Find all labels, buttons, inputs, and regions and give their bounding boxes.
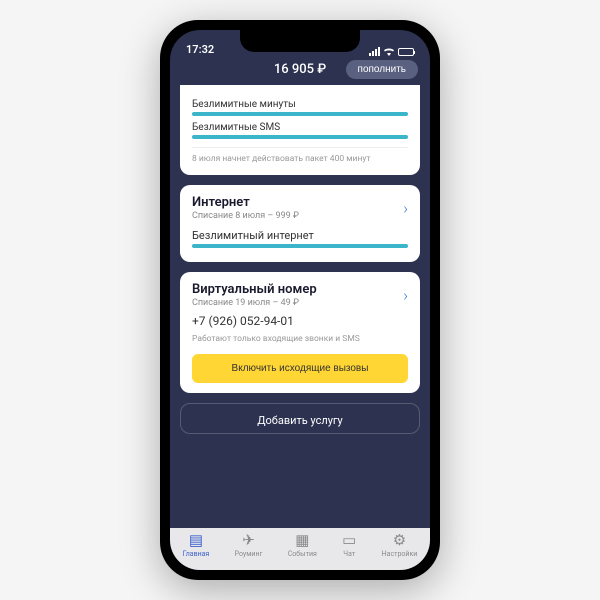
- chat-icon: ▭: [342, 533, 356, 548]
- internet-title: Интернет: [192, 195, 299, 210]
- tab-chat[interactable]: ▭ Чат: [342, 533, 356, 558]
- battery-icon: [398, 48, 414, 56]
- tab-events-label: События: [288, 550, 317, 558]
- tab-roaming[interactable]: ✈ Роуминг: [235, 533, 263, 558]
- chevron-right-icon: ›: [403, 199, 408, 218]
- add-service-button[interactable]: Добавить услугу: [180, 403, 420, 434]
- notch: [240, 30, 360, 52]
- wifi-icon: [383, 47, 395, 56]
- signal-icon: [369, 47, 380, 56]
- card-virtual-number[interactable]: Виртуальный номер Списание 19 июля – 49 …: [180, 272, 420, 393]
- app-header: 16 905 ₽ пополнить: [170, 58, 430, 85]
- card-calls-sms: Безлимитные минуты Безлимитные SMS 8 июл…: [180, 85, 420, 175]
- topup-button[interactable]: пополнить: [346, 60, 418, 79]
- unlimited-sms-label: Безлимитные SMS: [192, 122, 408, 133]
- tab-main-label: Главная: [183, 550, 210, 558]
- virtual-phone-number: +7 (926) 052-94-01: [192, 314, 408, 328]
- chevron-right-icon: ›: [403, 286, 408, 305]
- card-internet[interactable]: Интернет Списание 8 июля – 999 ₽ › Безли…: [180, 185, 420, 262]
- events-icon: ▦: [295, 533, 309, 548]
- virtual-note: Работают только входящие звонки и SMS: [192, 334, 408, 344]
- tab-main[interactable]: ▤ Главная: [183, 533, 210, 558]
- enable-outgoing-button[interactable]: Включить исходящие вызовы: [192, 354, 408, 383]
- unlimited-internet-label: Безлимитный интернет: [192, 229, 408, 242]
- tab-roaming-label: Роуминг: [235, 550, 263, 558]
- status-time: 17:32: [186, 43, 214, 56]
- status-indicators: [369, 47, 414, 56]
- virtual-title: Виртуальный номер: [192, 282, 317, 297]
- list-icon: ▤: [189, 533, 203, 548]
- sms-progress: [192, 135, 408, 139]
- screen: 17:32 16 905 ₽ пополнить Безлимитные мин…: [170, 30, 430, 570]
- phone-frame: 17:32 16 905 ₽ пополнить Безлимитные мин…: [160, 20, 440, 580]
- plane-icon: ✈: [242, 533, 255, 548]
- content-scroll[interactable]: Безлимитные минуты Безлимитные SMS 8 июл…: [170, 85, 430, 528]
- internet-progress: [192, 244, 408, 248]
- internet-subtitle: Списание 8 июля – 999 ₽: [192, 211, 299, 221]
- gear-icon: ⚙: [393, 533, 406, 548]
- tab-settings[interactable]: ⚙ Настройки: [382, 533, 418, 558]
- virtual-subtitle: Списание 19 июля – 49 ₽: [192, 298, 317, 308]
- tab-bar: ▤ Главная ✈ Роуминг ▦ События ▭ Чат ⚙ На…: [170, 528, 430, 570]
- tab-settings-label: Настройки: [382, 550, 418, 558]
- calls-note: 8 июля начнет действовать пакет 400 мину…: [192, 147, 408, 165]
- minutes-progress: [192, 112, 408, 116]
- tab-chat-label: Чат: [343, 550, 355, 558]
- tab-events[interactable]: ▦ События: [288, 533, 317, 558]
- balance-amount: 16 905 ₽: [274, 62, 326, 77]
- unlimited-minutes-label: Безлимитные минуты: [192, 99, 408, 110]
